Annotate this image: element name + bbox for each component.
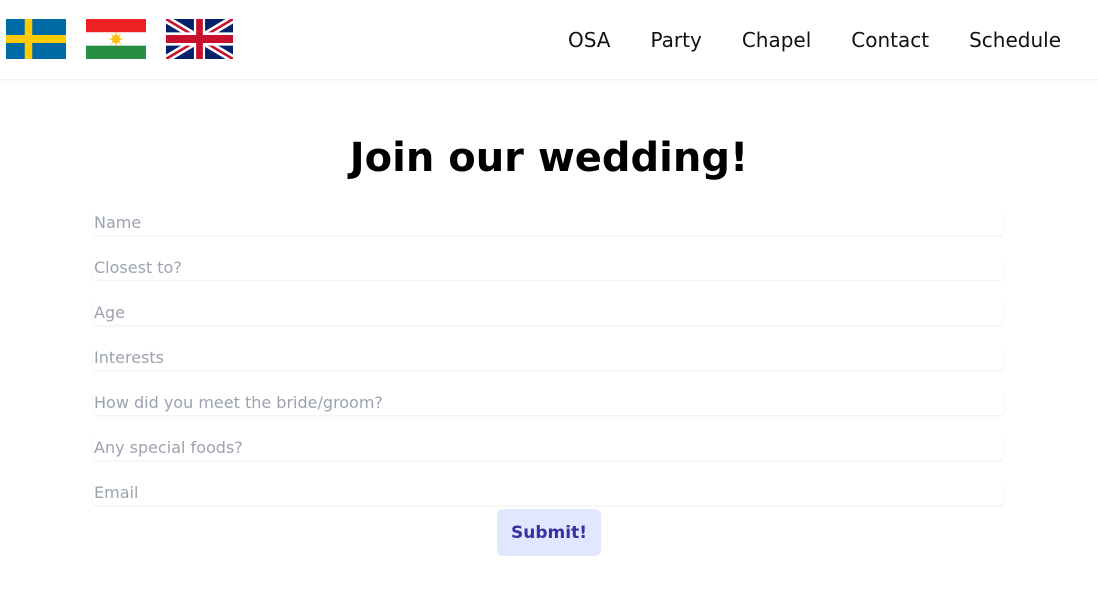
nav-link-party[interactable]: Party xyxy=(651,27,702,53)
email-input[interactable] xyxy=(93,480,1004,505)
name-input[interactable] xyxy=(93,210,1004,235)
site-header: OSA Party Chapel Contact Schedule xyxy=(0,0,1098,80)
submit-button[interactable]: Submit! xyxy=(497,509,601,556)
sweden-flag-icon[interactable] xyxy=(6,19,66,59)
page-title: Join our wedding! xyxy=(349,135,749,181)
special-foods-input[interactable] xyxy=(93,435,1004,460)
nav-link-contact[interactable]: Contact xyxy=(851,27,929,53)
closest-to-input[interactable] xyxy=(93,255,1004,280)
rsvp-form xyxy=(93,210,1004,525)
main-nav: OSA Party Chapel Contact Schedule xyxy=(568,27,1061,53)
how-met-input[interactable] xyxy=(93,390,1004,415)
interests-input[interactable] xyxy=(93,345,1004,370)
nav-link-osa[interactable]: OSA xyxy=(568,27,611,53)
nav-link-chapel[interactable]: Chapel xyxy=(742,27,811,53)
age-input[interactable] xyxy=(93,300,1004,325)
kurdistan-flag-icon[interactable] xyxy=(86,19,146,59)
uk-flag-icon[interactable] xyxy=(166,19,233,59)
nav-link-schedule[interactable]: Schedule xyxy=(969,27,1061,53)
